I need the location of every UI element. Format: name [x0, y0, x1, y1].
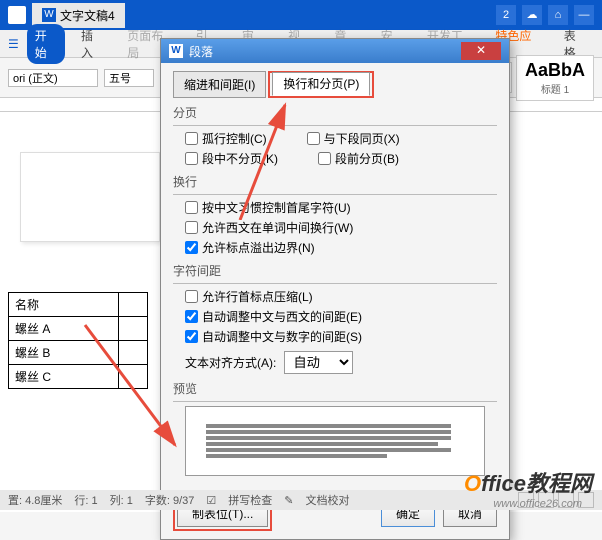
- cloud-icon[interactable]: ☁: [522, 5, 542, 25]
- home-icon[interactable]: ⌂: [548, 5, 568, 25]
- menu-icon[interactable]: ☰: [8, 37, 19, 51]
- dialog-icon: W: [169, 44, 183, 58]
- status-words: 字数: 9/37: [145, 492, 195, 508]
- doc-tab-label: 文字文稿4: [60, 7, 115, 24]
- app-icon: [8, 6, 26, 24]
- chk-nextpage[interactable]: 与下段同页(X): [307, 130, 400, 147]
- tab-wrap[interactable]: 换行和分页(P): [272, 72, 370, 96]
- chk-enwrap[interactable]: 允许西文在单词中间换行(W): [185, 219, 353, 236]
- table-cell[interactable]: 螺丝 B: [9, 341, 119, 365]
- status-spell[interactable]: 拼写检查: [228, 492, 272, 508]
- watermark: Office教程网: [464, 466, 592, 498]
- dialog-title-text: 段落: [189, 43, 213, 60]
- watermark-url: www.office26.com: [493, 498, 582, 510]
- status-col: 列: 1: [110, 492, 133, 508]
- section-pagination: 分页: [173, 104, 497, 121]
- window-controls: 2 ☁ ⌂ —: [496, 5, 594, 25]
- status-line: 行: 1: [74, 492, 97, 508]
- paragraph-dialog: W 段落 ✕ 缩进和间距(I) 换行和分页(P) 分页 孤行控制(C) 与下段同…: [160, 38, 510, 540]
- document-table[interactable]: 名称 螺丝 A 螺丝 B 螺丝 C: [8, 292, 148, 389]
- size-select[interactable]: [104, 69, 154, 87]
- close-button[interactable]: ✕: [461, 42, 501, 60]
- chk-orphan[interactable]: 孤行控制(C): [185, 130, 267, 147]
- font-select[interactable]: [8, 69, 98, 87]
- min-icon[interactable]: —: [574, 5, 594, 25]
- chk-nosplit[interactable]: 段中不分页(K): [185, 150, 278, 167]
- chk-pagebreak[interactable]: 段前分页(B): [318, 150, 399, 167]
- dialog-body: 缩进和间距(I) 换行和分页(P) 分页 孤行控制(C) 与下段同页(X) 段中…: [161, 63, 509, 488]
- dialog-titlebar: W 段落 ✕: [161, 39, 509, 63]
- status-pos: 置: 4.8厘米: [8, 492, 62, 508]
- chk-adjust-num[interactable]: 自动调整中文与数字的间距(S): [185, 328, 362, 345]
- status-doccheck[interactable]: 文档校对: [306, 492, 350, 508]
- page: [20, 152, 160, 242]
- dialog-tabs: 缩进和间距(I) 换行和分页(P): [173, 71, 497, 98]
- table-cell[interactable]: 螺丝 A: [9, 317, 119, 341]
- preview-pane: [185, 406, 485, 476]
- table-cell[interactable]: 螺丝 C: [9, 365, 119, 389]
- chk-punct[interactable]: 允许标点溢出边界(N): [185, 239, 315, 256]
- chk-compress[interactable]: 允许行首标点压缩(L): [185, 288, 313, 305]
- section-wrap: 换行: [173, 173, 497, 190]
- tab-insert[interactable]: 插入: [73, 24, 111, 64]
- word-icon: W: [42, 8, 56, 22]
- align-select[interactable]: 自动: [284, 351, 353, 374]
- badge[interactable]: 2: [496, 5, 516, 25]
- section-spacing: 字符间距: [173, 262, 497, 279]
- style-heading1[interactable]: AaBbA 标题 1: [516, 55, 594, 101]
- tab-start[interactable]: 开始: [27, 24, 65, 64]
- table-cell[interactable]: 名称: [9, 293, 119, 317]
- tab-indent[interactable]: 缩进和间距(I): [173, 71, 266, 98]
- chk-cnwrap[interactable]: 按中文习惯控制首尾字符(U): [185, 199, 351, 216]
- section-preview: 预览: [173, 380, 497, 397]
- chk-adjust-cn[interactable]: 自动调整中文与西文的间距(E): [185, 308, 362, 325]
- align-label: 文本对齐方式(A):: [185, 354, 276, 371]
